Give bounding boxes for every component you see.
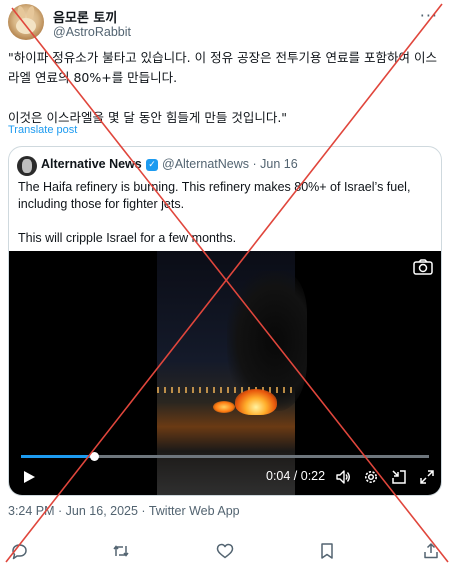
rabbit-face	[16, 18, 36, 34]
volume-icon[interactable]	[335, 469, 351, 485]
like-heart-icon[interactable]	[216, 542, 234, 560]
city-lights	[157, 387, 295, 393]
reply-icon[interactable]	[10, 542, 28, 560]
video-progress-fill	[21, 455, 95, 458]
fire-glow	[213, 401, 235, 413]
tweet-header: 음모론 토끼 @AstroRabbit ···	[8, 4, 442, 44]
translate-post-link[interactable]: Translate post	[8, 124, 77, 136]
verified-badge-icon: ✓	[146, 159, 158, 171]
avatar[interactable]	[8, 4, 44, 40]
picture-in-picture-icon[interactable]	[391, 469, 407, 485]
quoted-author-name[interactable]: Alternative News	[41, 157, 142, 171]
quoted-tweet[interactable]: Alternative News ✓ @AlternatNews · Jun 1…	[8, 146, 442, 496]
bookmark-icon[interactable]	[318, 542, 336, 560]
share-icon[interactable]	[422, 542, 440, 560]
tweet-actions	[0, 540, 450, 562]
author-handle[interactable]: @AstroRabbit	[53, 25, 131, 39]
quoted-tweet-header: Alternative News ✓ @AlternatNews · Jun 1…	[17, 155, 437, 176]
retweet-icon[interactable]	[112, 542, 130, 560]
quoted-author-meta: @AlternatNews · Jun 16	[162, 157, 298, 171]
quoted-tweet-text: The Haifa refinery is burning. This refi…	[18, 180, 411, 245]
quoted-avatar[interactable]	[17, 156, 37, 176]
more-options-icon[interactable]: ···	[420, 6, 438, 25]
video-progress-bar[interactable]	[21, 452, 429, 461]
fire-glow	[235, 389, 277, 415]
video-frame[interactable]	[157, 251, 307, 495]
settings-gear-icon[interactable]	[363, 469, 379, 485]
video-progress-knob[interactable]	[90, 452, 100, 461]
camera-icon[interactable]	[413, 259, 433, 275]
fullscreen-icon[interactable]	[419, 469, 435, 485]
video-time: 0:04 / 0:22	[266, 469, 326, 483]
tweet-text: "하이파 정유소가 불타고 있습니다. 이 정유 공장은 전투기용 연료를 포함…	[8, 50, 437, 125]
tweet-timestamp[interactable]: 3:24 PM · Jun 16, 2025 · Twitter Web App	[8, 504, 240, 518]
play-icon[interactable]	[21, 469, 37, 485]
video-player[interactable]: 0:04 / 0:22	[9, 251, 441, 495]
author-name[interactable]: 음모론 토끼	[53, 7, 117, 26]
